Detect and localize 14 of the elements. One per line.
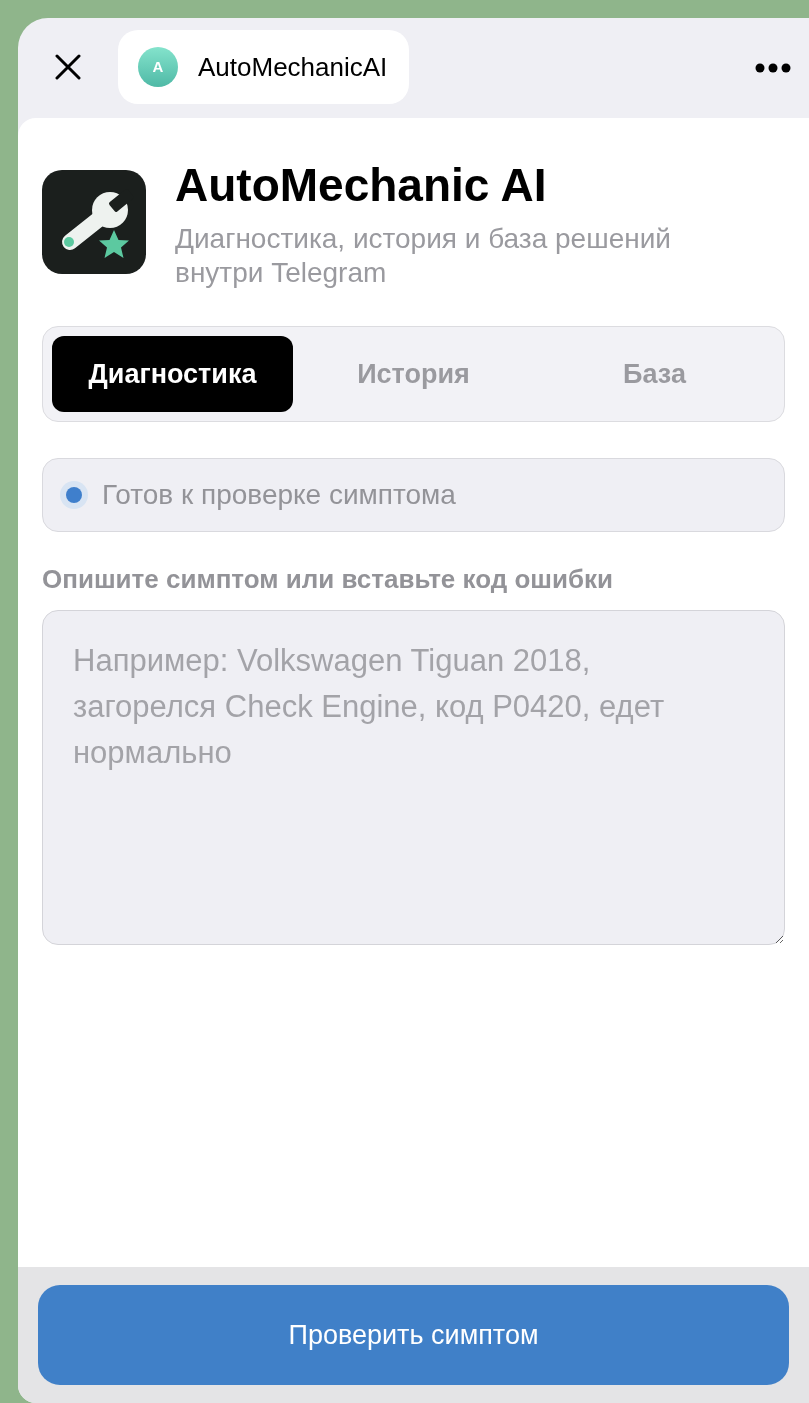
more-icon — [755, 63, 791, 73]
field-label: Опишите симптом или вставьте код ошибки — [42, 563, 615, 595]
close-icon — [55, 54, 81, 80]
tab[interactable]: Диагностика — [52, 336, 293, 412]
tab[interactable]: История — [293, 336, 534, 412]
tab[interactable]: База — [534, 336, 775, 412]
check-symptom-button[interactable]: Проверить симптом — [38, 1285, 789, 1385]
status-text: Готов к проверке симптома — [102, 478, 456, 512]
bot-avatar: A — [138, 47, 178, 87]
symptom-input-field[interactable]: Например: Volkswagen Tiguan 2018, загорелся Check Engine, код P0420, едет нормально — [42, 610, 785, 945]
app-title: AutoMechanic AI — [175, 158, 548, 213]
app-subtitle: Диагностика, история и база решений внутри Telegram — [175, 222, 672, 290]
wrench-star-app-icon — [42, 170, 146, 274]
window-title: AutoMechanicAI — [198, 50, 388, 84]
